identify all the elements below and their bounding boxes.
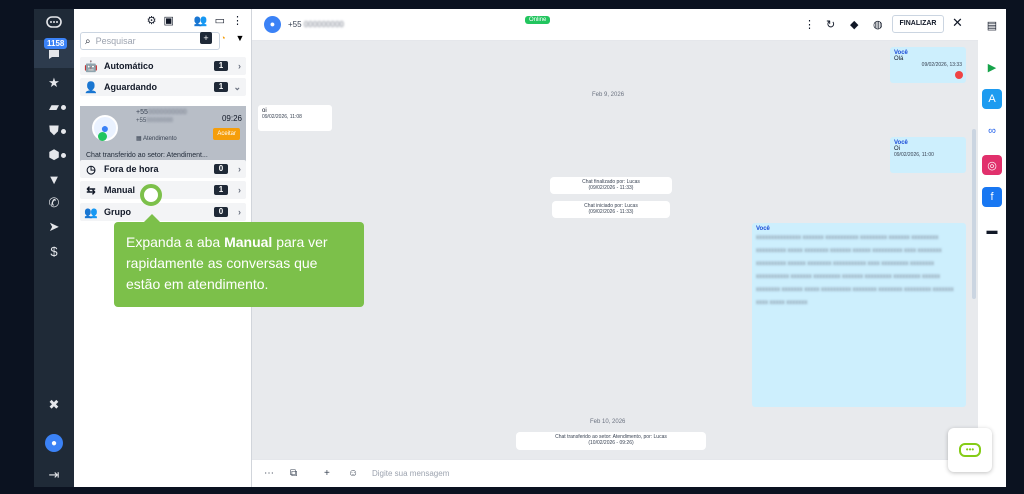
last-message: Chat transferido ao setor: Atendiment... xyxy=(86,152,208,159)
user-avatar-icon[interactable]: ● xyxy=(34,427,74,459)
translate-icon[interactable]: ⧉ xyxy=(290,468,297,479)
whatsapp-icon xyxy=(98,132,107,141)
message-out: Você Olá 09/02/2026, 13:33 xyxy=(890,47,966,83)
date-separator: Feb 10, 2026 xyxy=(590,419,626,425)
ticket-icon[interactable]: ▰ xyxy=(34,95,74,119)
filter-icon[interactable]: ▼ xyxy=(234,32,246,44)
google-play-icon[interactable]: ▶ xyxy=(982,57,1002,77)
contact-avatar[interactable]: ● xyxy=(264,16,281,33)
count-badge: 1 xyxy=(214,82,228,92)
date-separator: Feb 9, 2026 xyxy=(592,92,625,98)
phone-icon[interactable]: ✆ xyxy=(34,191,74,215)
count-badge: 1 xyxy=(214,185,228,195)
chevron-down-icon: ⌄ xyxy=(233,81,241,92)
people-arrows-icon: ⇆ xyxy=(86,184,96,197)
logout-icon[interactable]: ⇥ xyxy=(34,463,74,487)
unread-badge: 1158 xyxy=(44,38,68,49)
message-input[interactable]: Digite sua mensagem xyxy=(372,469,449,478)
group-automatico[interactable]: 🤖 Automático 1 › xyxy=(80,57,246,75)
contact-number: +55 000000000 xyxy=(288,20,344,29)
sector-label: ▦ Atendimento xyxy=(136,136,177,142)
message-in: oi 09/02/2026, 11:08 xyxy=(258,105,332,131)
new-chat-icon[interactable]: + xyxy=(200,32,212,44)
tooltip-arrow xyxy=(144,214,160,222)
chevron-right-icon: › xyxy=(238,61,241,71)
chevron-right-icon: › xyxy=(238,164,241,174)
more-horizontal-icon[interactable]: ⋯ xyxy=(264,468,274,479)
error-icon[interactable] xyxy=(955,71,963,79)
group-grupo[interactable]: 👥 Grupo 0 › xyxy=(80,203,246,221)
chat-header: ● +55 000000000 Online ⋮ ↻ ◆ ◍ FINALIZAR… xyxy=(252,9,978,41)
plus-icon[interactable]: + xyxy=(324,468,330,479)
funnel-icon[interactable]: ▼ xyxy=(34,167,74,191)
chevron-right-icon: › xyxy=(238,185,241,195)
system-message: Chat transferido ao setor: Atendimento, … xyxy=(516,432,706,450)
chat-bubble-logo-icon[interactable] xyxy=(34,11,74,35)
instagram-icon[interactable]: ◎ xyxy=(982,155,1002,175)
count-badge: 0 xyxy=(214,164,228,174)
system-message: Chat iniciado por: Lucas (09/02/2026 - 1… xyxy=(552,201,670,218)
channel-rail: ▤ ▶ A ∞ ◎ f ▬ xyxy=(978,9,1006,487)
star-icon[interactable]: ★ xyxy=(34,71,74,95)
more-vertical-icon[interactable]: ⋮ xyxy=(232,14,243,27)
chevron-right-icon: › xyxy=(238,207,241,217)
box-icon[interactable]: ⬢ xyxy=(34,143,74,167)
meta-icon[interactable]: ∞ xyxy=(982,121,1002,141)
group-aguardando[interactable]: 👤 Aguardando 1 ⌄ xyxy=(80,78,246,96)
list-toolbar: ⚙ ▣ 👥 ▭ ⋮ xyxy=(74,9,251,31)
comment-icon[interactable]: ▭ xyxy=(215,14,225,27)
search-tools: + ◔ ▼ xyxy=(200,32,246,44)
message-out: Você Oi 09/02/2026, 11:00 xyxy=(890,137,966,173)
count-badge: 1 xyxy=(214,61,228,71)
status-icon[interactable]: ◍ xyxy=(873,18,883,31)
close-icon[interactable]: ✕ xyxy=(952,15,963,31)
highlight-ring xyxy=(140,184,162,206)
accept-button[interactable]: Aceitar xyxy=(213,128,240,140)
composer: ⋯ ⧉ + ☺ Digite sua mensagem xyxy=(252,459,978,487)
facebook-icon[interactable]: f xyxy=(982,187,1002,207)
people-icon[interactable]: 👥 xyxy=(194,14,208,27)
user-clock-icon: 👤 xyxy=(84,81,98,94)
tag-icon[interactable]: ▣ xyxy=(163,14,173,27)
contact-number: +5500000000 xyxy=(136,118,173,124)
history-icon[interactable]: ◔ xyxy=(217,32,229,44)
message-out: Você xxxxxxxxxxxxxxx xxxxxxx xxxxxxxxxxx… xyxy=(752,223,966,407)
send-icon[interactable]: ➤ xyxy=(34,215,74,239)
comments-icon[interactable]: ▬ xyxy=(982,221,1002,241)
more-vertical-icon[interactable]: ⋮ xyxy=(804,18,815,31)
tag-icon[interactable]: ◆ xyxy=(850,18,858,31)
gear-icon[interactable]: ⚙ xyxy=(147,14,157,27)
chat-card[interactable]: ● +550000000000 +5500000000 09:26 ▦ Aten… xyxy=(80,106,246,164)
clock-icon: ◷ xyxy=(86,163,96,176)
group-icon: 👥 xyxy=(84,206,98,219)
group-manual[interactable]: ⇆ Manual 1 › xyxy=(80,181,246,199)
chat-support-icon[interactable]: ▤ xyxy=(982,15,1002,35)
chat-time: 09:26 xyxy=(221,114,242,123)
search-icon: ⌕ xyxy=(85,35,91,47)
chat-widget-button[interactable]: ••• xyxy=(948,428,992,472)
contact-name: +550000000000 xyxy=(136,109,187,116)
refresh-icon[interactable]: ↻ xyxy=(826,18,835,31)
money-bag-icon[interactable]: $ xyxy=(34,239,74,263)
redacted-text: xxxxxxxxxxxxxxx xxxxxxx xxxxxxxxxxx xxxx… xyxy=(756,235,954,306)
online-badge: Online xyxy=(525,16,551,24)
group-fora-de-hora[interactable]: ◷ Fora de hora 0 › xyxy=(80,160,246,178)
app-frame: 1158 ★ ▰ ⛊ ⬢ ▼ ✆ ➤ $ ✖ ● ⇥ ⚙ ▣ 👥 ▭ ⋮ ⌕ P… xyxy=(0,0,1024,494)
shield-icon[interactable]: ⛊ xyxy=(34,119,74,143)
system-message: Chat finalizado por: Lucas (09/02/2026 -… xyxy=(550,177,672,194)
left-rail: 1158 ★ ▰ ⛊ ⬢ ▼ ✆ ➤ $ ✖ ● ⇥ xyxy=(34,9,74,487)
scrollbar[interactable] xyxy=(972,129,976,299)
count-badge: 0 xyxy=(214,207,228,217)
app-store-icon[interactable]: A xyxy=(982,89,1002,109)
chat-bubble-icon: ••• xyxy=(959,443,981,457)
help-circle-icon[interactable]: ✖ xyxy=(34,393,74,417)
search-input[interactable]: ⌕ Pesquisar xyxy=(80,32,220,50)
onboarding-tooltip: Expanda a aba Manual para ver rapidament… xyxy=(114,222,364,307)
robot-icon: 🤖 xyxy=(84,60,98,73)
finalize-button[interactable]: FINALIZAR xyxy=(892,15,944,33)
emoji-icon[interactable]: ☺ xyxy=(348,468,358,479)
